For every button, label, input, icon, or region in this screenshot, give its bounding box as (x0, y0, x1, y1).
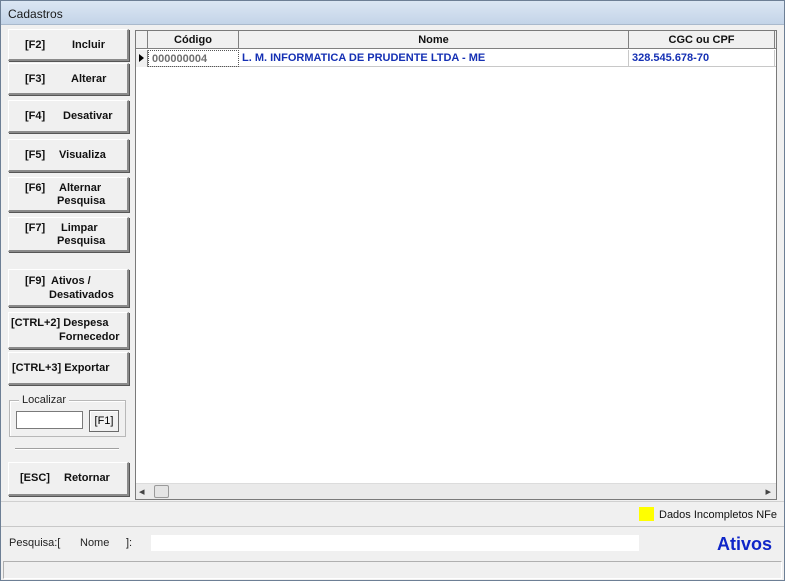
alterar-key: [F3] (25, 73, 46, 85)
limpar-key: [F7] (25, 222, 46, 234)
ativos-desativados-button[interactable]: [F9] Ativos / Desativados (8, 269, 129, 307)
legend-strip: Dados Incompletos NFe (1, 501, 784, 525)
legend-label: Dados Incompletos NFe (659, 509, 777, 521)
incluir-label: Incluir (72, 39, 106, 51)
exportar-button[interactable]: [CTRL+3] Exportar (8, 352, 129, 385)
alterar-label: Alterar (71, 73, 107, 85)
status-ativos: Ativos (717, 534, 773, 554)
incluir-key: [F2] (25, 39, 46, 51)
scroll-left-icon[interactable]: ◂ (139, 485, 145, 498)
despesa-label-1: [CTRL+2] Despesa (11, 317, 109, 329)
retornar-label: Retornar (64, 472, 110, 484)
visualiza-label: Visualiza (59, 149, 106, 161)
ativos-label-2: Desativados (49, 289, 114, 301)
limpar-label-2: Pesquisa (57, 235, 106, 247)
cadastros-grid[interactable]: Código Nome CGC ou CPF 000000004 L. M. I… (135, 30, 777, 500)
header-cgc-cpf[interactable]: CGC ou CPF (629, 31, 775, 49)
grid-horizontal-scrollbar[interactable]: ◂ ▸ (136, 483, 776, 499)
retornar-button[interactable]: [ESC] Retornar (8, 462, 129, 496)
visualiza-key: [F5] (25, 149, 46, 161)
cell-codigo[interactable]: 000000004 (148, 50, 239, 67)
alterar-button[interactable]: [F3] Alterar (8, 63, 129, 95)
header-codigo[interactable]: Código (148, 31, 239, 49)
window-title: Cadastros (1, 1, 784, 25)
alternar-key: [F6] (25, 182, 46, 194)
cell-nome[interactable]: L. M. INFORMATICA DE PRUDENTE LTDA - ME (239, 50, 629, 67)
despesa-label-2: Fornecedor (59, 331, 120, 343)
ativos-label-1: Ativos / (51, 275, 91, 287)
pesquisa-prefix: Pesquisa:[ (9, 537, 61, 549)
visualiza-button[interactable]: [F5] Visualiza (8, 139, 129, 172)
alternar-label-2: Pesquisa (57, 195, 106, 207)
pesquisa-suffix: ]: (126, 537, 133, 549)
left-divider (15, 448, 119, 450)
localizar-f1-label: [F1] (94, 415, 114, 427)
cell-cgc-cpf[interactable]: 328.545.678-70 (629, 50, 775, 67)
scroll-right-icon[interactable]: ▸ (765, 485, 771, 498)
alternar-label-1: Alternar (59, 182, 102, 194)
exportar-label: [CTRL+3] Exportar (12, 362, 110, 374)
pesquisa-bar: Pesquisa:[ Nome ]: Ativos (1, 526, 784, 558)
cadastros-window: Cadastros [F2] Incluir [F3] Alterar [F4]… (0, 0, 785, 581)
header-indicator-cell (136, 31, 148, 49)
row-pointer-icon (139, 54, 144, 62)
pesquisa-field: Nome (80, 537, 110, 549)
header-nome[interactable]: Nome (239, 31, 629, 49)
pesquisa-input[interactable] (151, 535, 639, 551)
despesa-fornecedor-button[interactable]: [CTRL+2] Despesa Fornecedor (8, 312, 129, 349)
limpar-label-1: Limpar (61, 222, 98, 234)
retornar-key: [ESC] (20, 472, 50, 484)
localizar-label: Localizar (19, 394, 70, 406)
limpar-pesquisa-button[interactable]: [F7] Limpar Pesquisa (8, 217, 129, 252)
ativos-key: [F9] (25, 275, 46, 287)
row-indicator (136, 50, 148, 67)
status-bar (3, 561, 782, 579)
desativar-key: [F4] (25, 110, 46, 122)
localizar-input[interactable] (16, 411, 83, 429)
localizar-f1-button[interactable]: [F1] (89, 410, 119, 432)
desativar-label: Desativar (63, 110, 113, 122)
desativar-button[interactable]: [F4] Desativar (8, 100, 129, 133)
legend-swatch (639, 507, 654, 521)
grid-header: Código Nome CGC ou CPF (136, 31, 776, 49)
table-row[interactable]: 000000004 L. M. INFORMATICA DE PRUDENTE … (136, 50, 776, 67)
incluir-button[interactable]: [F2] Incluir (8, 29, 129, 61)
alternar-pesquisa-button[interactable]: [F6] Alternar Pesquisa (8, 177, 129, 212)
scroll-thumb[interactable] (154, 485, 169, 498)
